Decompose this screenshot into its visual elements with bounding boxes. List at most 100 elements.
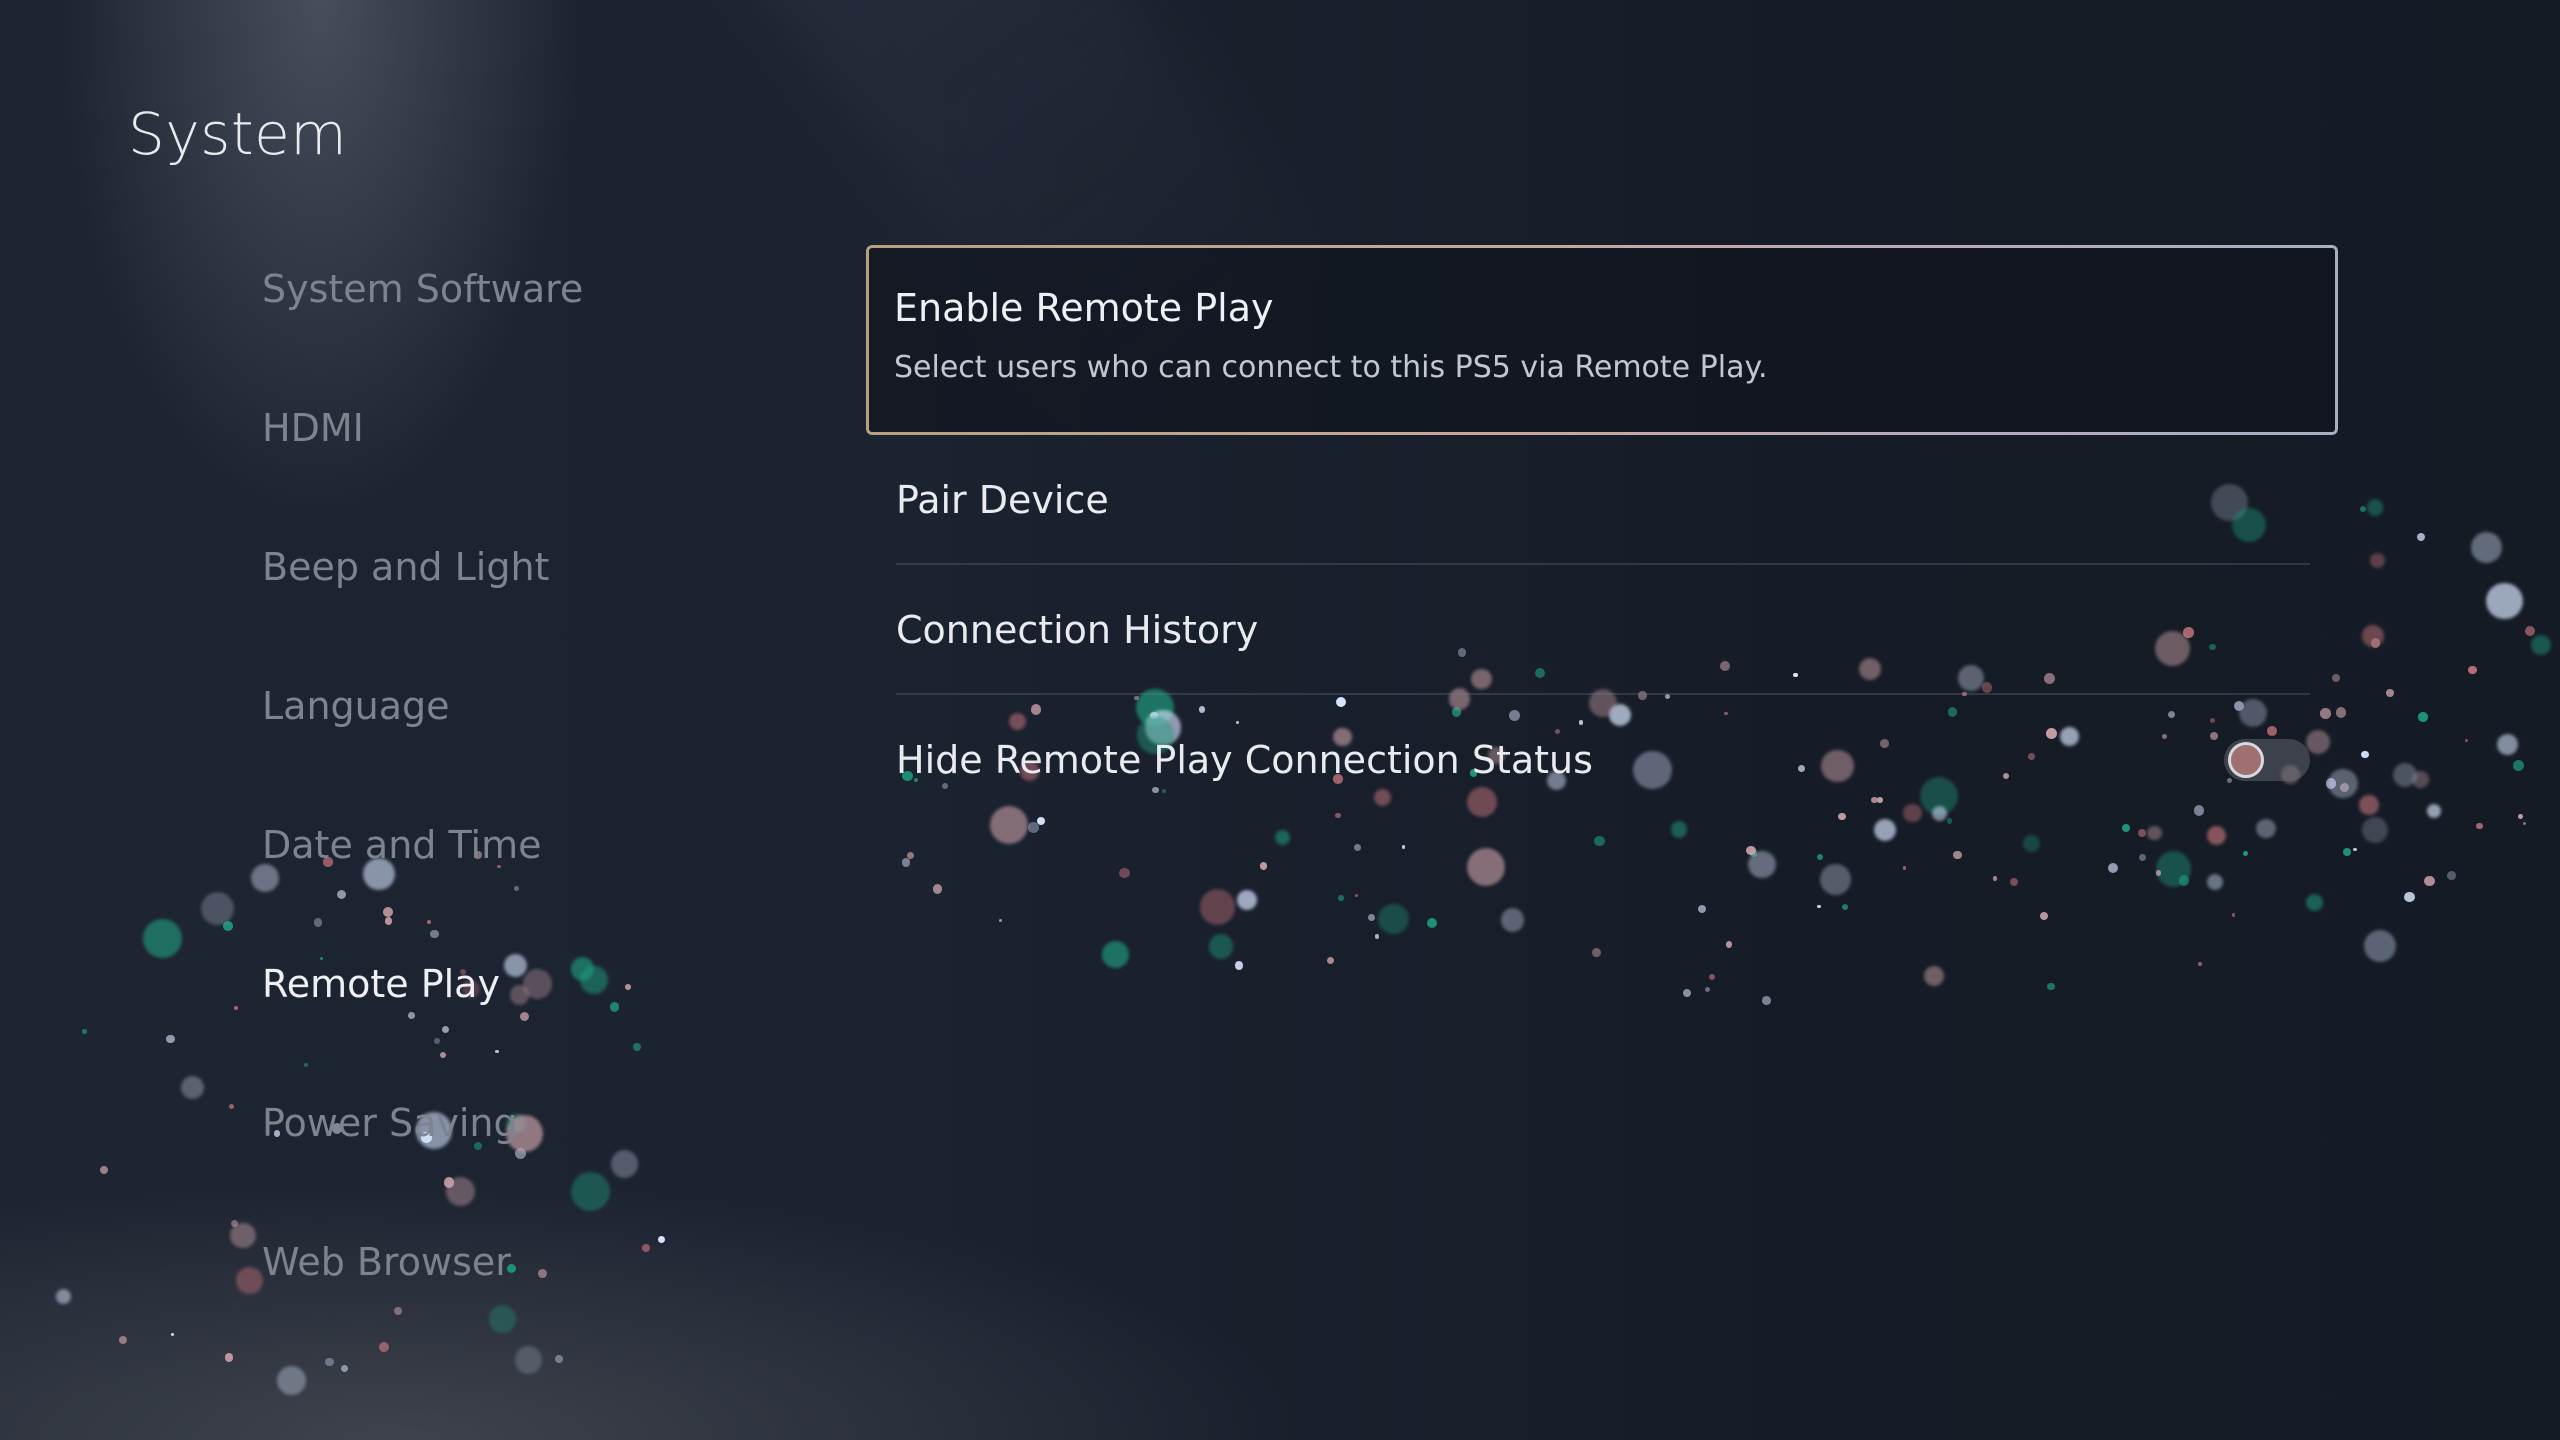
bokeh-particle bbox=[2468, 665, 2477, 674]
sidebar-item-remote-play[interactable]: Remote Play bbox=[262, 965, 822, 1104]
bokeh-particle bbox=[2353, 848, 2357, 852]
sidebar-item-label: Web Browser bbox=[262, 1240, 511, 1284]
sidebar-item-system-software[interactable]: System Software bbox=[262, 270, 822, 409]
page-title: System bbox=[128, 100, 348, 168]
bokeh-particle bbox=[180, 1075, 205, 1100]
item-label: Pair Device bbox=[896, 478, 1109, 522]
bokeh-particle bbox=[2047, 983, 2055, 991]
sidebar-item-power-saving[interactable]: Power Saving bbox=[262, 1104, 822, 1243]
bokeh-particle bbox=[171, 1333, 175, 1337]
bokeh-particle bbox=[1682, 988, 1691, 998]
pair-device-item[interactable]: Pair Device bbox=[866, 435, 2338, 565]
bokeh-particle bbox=[2147, 825, 2162, 840]
bokeh-particle bbox=[2426, 804, 2441, 819]
bokeh-particle bbox=[1923, 966, 1944, 987]
bokeh-particle bbox=[2512, 760, 2524, 772]
bokeh-particle bbox=[1725, 941, 1733, 948]
bokeh-particle bbox=[230, 1222, 256, 1248]
bokeh-particle bbox=[1704, 986, 1711, 993]
bokeh-particle bbox=[1234, 961, 1244, 971]
bokeh-particle bbox=[56, 1288, 72, 1304]
bokeh-particle bbox=[2359, 505, 2366, 512]
bokeh-particle bbox=[1401, 845, 1405, 849]
sidebar-item-label: Remote Play bbox=[262, 962, 500, 1006]
bokeh-particle bbox=[1841, 903, 1849, 911]
bokeh-particle bbox=[1817, 904, 1821, 909]
bokeh-particle bbox=[2138, 829, 2147, 838]
sidebar-item-beep-and-light[interactable]: Beep and Light bbox=[262, 548, 822, 687]
bokeh-particle bbox=[2361, 750, 2370, 759]
bokeh-particle bbox=[1749, 849, 1758, 857]
bokeh-particle bbox=[2386, 689, 2394, 697]
bokeh-particle bbox=[166, 1034, 175, 1044]
bokeh-particle bbox=[224, 1353, 234, 1362]
bokeh-particle bbox=[2178, 875, 2189, 886]
bokeh-particle bbox=[2231, 913, 2236, 917]
bokeh-particle bbox=[1697, 905, 1706, 914]
enable-remote-play-item[interactable]: Enable Remote Play Select users who can … bbox=[866, 245, 2338, 435]
bokeh-particle bbox=[1236, 890, 1257, 911]
sidebar-item-label: Date and Time bbox=[262, 823, 542, 867]
bokeh-particle bbox=[2476, 823, 2483, 830]
bokeh-particle bbox=[2206, 873, 2223, 890]
bokeh-particle bbox=[1762, 995, 1771, 1005]
bokeh-particle bbox=[1820, 864, 1852, 895]
bokeh-particle bbox=[2155, 870, 2162, 876]
bokeh-particle bbox=[99, 1166, 108, 1174]
bokeh-particle bbox=[2392, 763, 2417, 788]
bokeh-particle bbox=[2243, 851, 2249, 857]
bokeh-particle bbox=[1102, 941, 1129, 968]
bokeh-particle bbox=[901, 858, 910, 867]
ps5-settings-screen: System System Software HDMI Beep and Lig… bbox=[0, 0, 2560, 1440]
bokeh-particle bbox=[1992, 876, 1998, 881]
sidebar-item-label: Power Saving bbox=[262, 1101, 518, 1145]
sidebar-item-date-and-time[interactable]: Date and Time bbox=[262, 826, 822, 965]
bokeh-particle bbox=[229, 1104, 235, 1110]
sidebar-item-label: Beep and Light bbox=[262, 545, 550, 589]
bokeh-particle bbox=[1326, 957, 1335, 965]
toggle-knob bbox=[2228, 742, 2264, 778]
bokeh-particle bbox=[1816, 854, 1823, 861]
bokeh-particle bbox=[2465, 738, 2469, 742]
bokeh-particle bbox=[1500, 908, 1525, 932]
bokeh-particle bbox=[2497, 734, 2519, 755]
bokeh-particle bbox=[118, 1335, 128, 1345]
bokeh-particle bbox=[2107, 862, 2118, 873]
bokeh-particle bbox=[2486, 582, 2524, 620]
bokeh-particle bbox=[2370, 637, 2381, 648]
bokeh-particle bbox=[2416, 533, 2425, 542]
bokeh-particle bbox=[223, 921, 234, 931]
settings-content: Enable Remote Play Select users who can … bbox=[866, 245, 2338, 825]
item-label: Connection History bbox=[896, 608, 1259, 652]
bokeh-particle bbox=[1953, 850, 1962, 860]
bokeh-particle bbox=[2155, 851, 2192, 888]
bokeh-particle bbox=[2207, 826, 2227, 846]
bokeh-particle bbox=[932, 884, 942, 894]
bokeh-particle bbox=[1259, 862, 1268, 870]
bokeh-particle bbox=[1378, 903, 1409, 935]
bokeh-particle bbox=[2343, 848, 2351, 856]
bokeh-particle bbox=[2022, 835, 2040, 853]
bokeh-particle bbox=[2305, 894, 2323, 912]
bokeh-particle bbox=[2518, 813, 2524, 819]
bokeh-particle bbox=[2359, 795, 2379, 815]
bokeh-particle bbox=[1708, 973, 1715, 980]
bokeh-particle bbox=[2417, 712, 2428, 722]
bokeh-particle bbox=[2040, 912, 2049, 921]
bokeh-particle bbox=[1118, 867, 1130, 879]
bokeh-particle bbox=[998, 918, 1002, 922]
hide-connection-status-toggle[interactable] bbox=[2224, 739, 2310, 781]
bokeh-particle bbox=[82, 1029, 87, 1034]
sidebar-item-hdmi[interactable]: HDMI bbox=[262, 409, 822, 548]
bokeh-particle bbox=[1591, 948, 1601, 958]
connection-history-item[interactable]: Connection History bbox=[866, 565, 2338, 695]
bokeh-particle bbox=[2198, 961, 2203, 966]
bokeh-particle bbox=[234, 1005, 239, 1011]
sidebar-item-web-browser[interactable]: Web Browser bbox=[262, 1243, 822, 1382]
hide-connection-status-item[interactable]: Hide Remote Play Connection Status bbox=[866, 695, 2338, 825]
sidebar-item-label: HDMI bbox=[262, 406, 364, 450]
bokeh-particle bbox=[1355, 893, 1359, 897]
bokeh-particle bbox=[2370, 553, 2385, 569]
bokeh-particle bbox=[2361, 624, 2384, 647]
sidebar-item-language[interactable]: Language bbox=[262, 687, 822, 826]
